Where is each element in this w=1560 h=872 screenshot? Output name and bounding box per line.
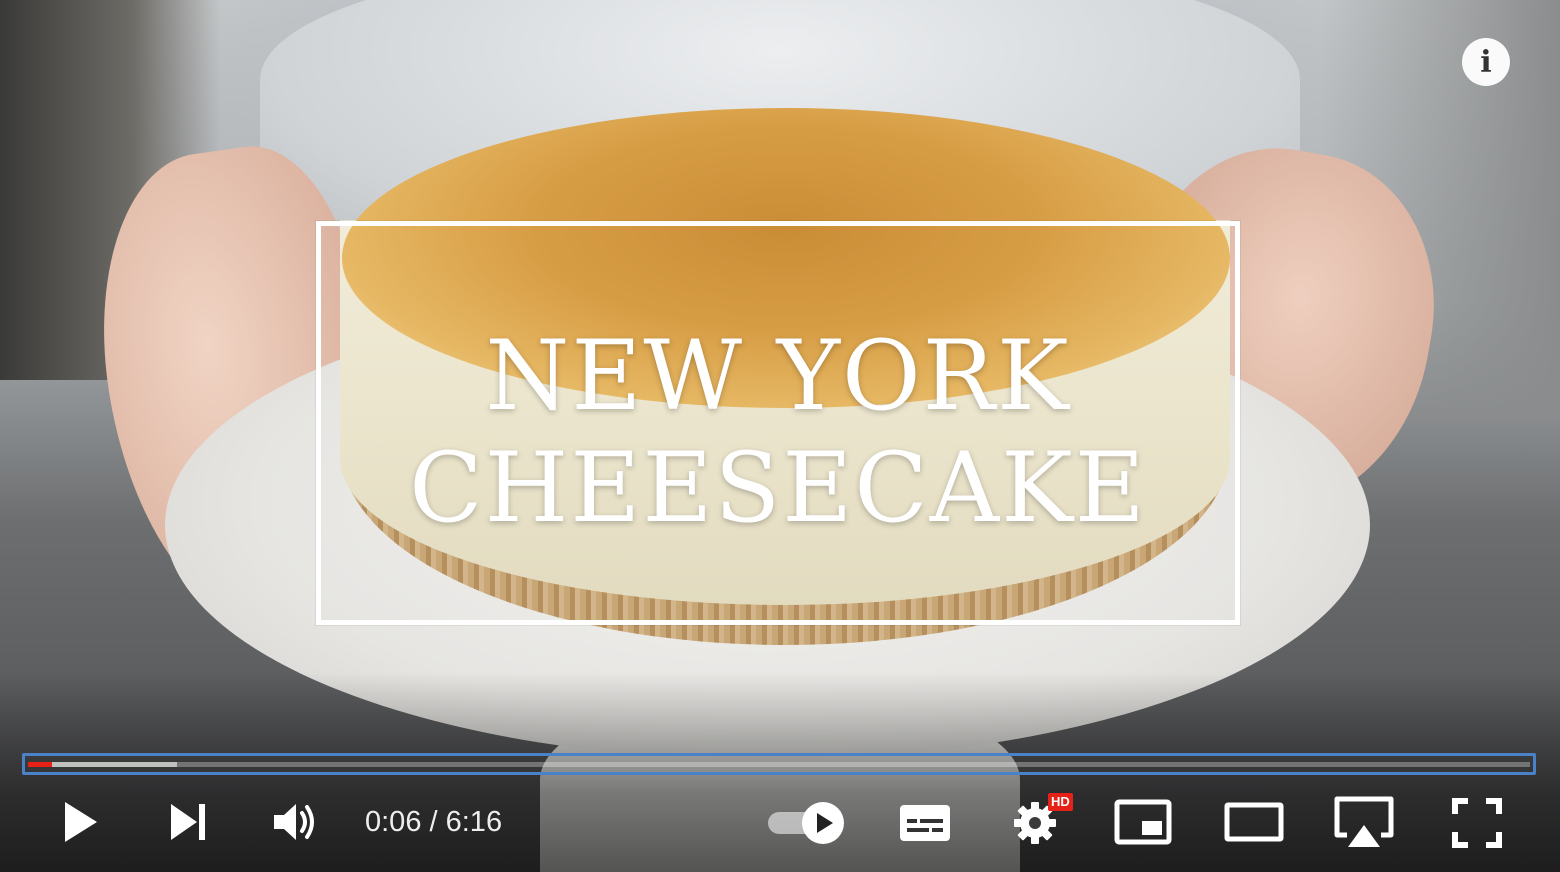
theater-mode-icon bbox=[1224, 802, 1284, 842]
info-button[interactable]: i bbox=[1462, 38, 1510, 86]
subtitles-button[interactable] bbox=[896, 799, 954, 847]
time-separator: / bbox=[421, 806, 446, 838]
current-time: 0:06 bbox=[365, 806, 422, 838]
next-icon bbox=[171, 804, 205, 840]
miniplayer-button[interactable] bbox=[1112, 797, 1174, 847]
progress-track[interactable] bbox=[28, 762, 1530, 767]
video-title-line-2: CHEESECAKE bbox=[409, 432, 1147, 544]
fullscreen-button[interactable] bbox=[1448, 797, 1506, 849]
autoplay-toggle[interactable] bbox=[766, 799, 848, 847]
info-icon: i bbox=[1480, 44, 1492, 80]
duration: 6:16 bbox=[445, 806, 503, 838]
theater-mode-button[interactable] bbox=[1222, 799, 1286, 845]
airplay-icon bbox=[1334, 796, 1394, 847]
hd-badge: HD bbox=[1048, 793, 1073, 811]
autoplay-toggle-icon bbox=[768, 802, 844, 844]
video-player[interactable]: NEW YORK CHEESECAKE i 0:06 / 6:16 HD bbox=[0, 0, 1560, 872]
play-button[interactable] bbox=[56, 797, 106, 847]
progress-played bbox=[28, 762, 53, 767]
controls-bar bbox=[0, 785, 1560, 865]
next-button[interactable] bbox=[160, 797, 214, 847]
volume-button[interactable] bbox=[268, 797, 322, 847]
video-title-line-1: NEW YORK bbox=[485, 320, 1071, 432]
play-icon bbox=[65, 802, 97, 842]
airplay-button[interactable] bbox=[1328, 795, 1400, 851]
subtitles-icon bbox=[900, 805, 950, 841]
progress-bar[interactable] bbox=[22, 753, 1536, 775]
miniplayer-icon bbox=[1114, 799, 1172, 845]
fullscreen-icon bbox=[1452, 798, 1502, 848]
time-display: 0:06 / 6:16 bbox=[365, 806, 502, 838]
volume-icon bbox=[274, 804, 314, 840]
